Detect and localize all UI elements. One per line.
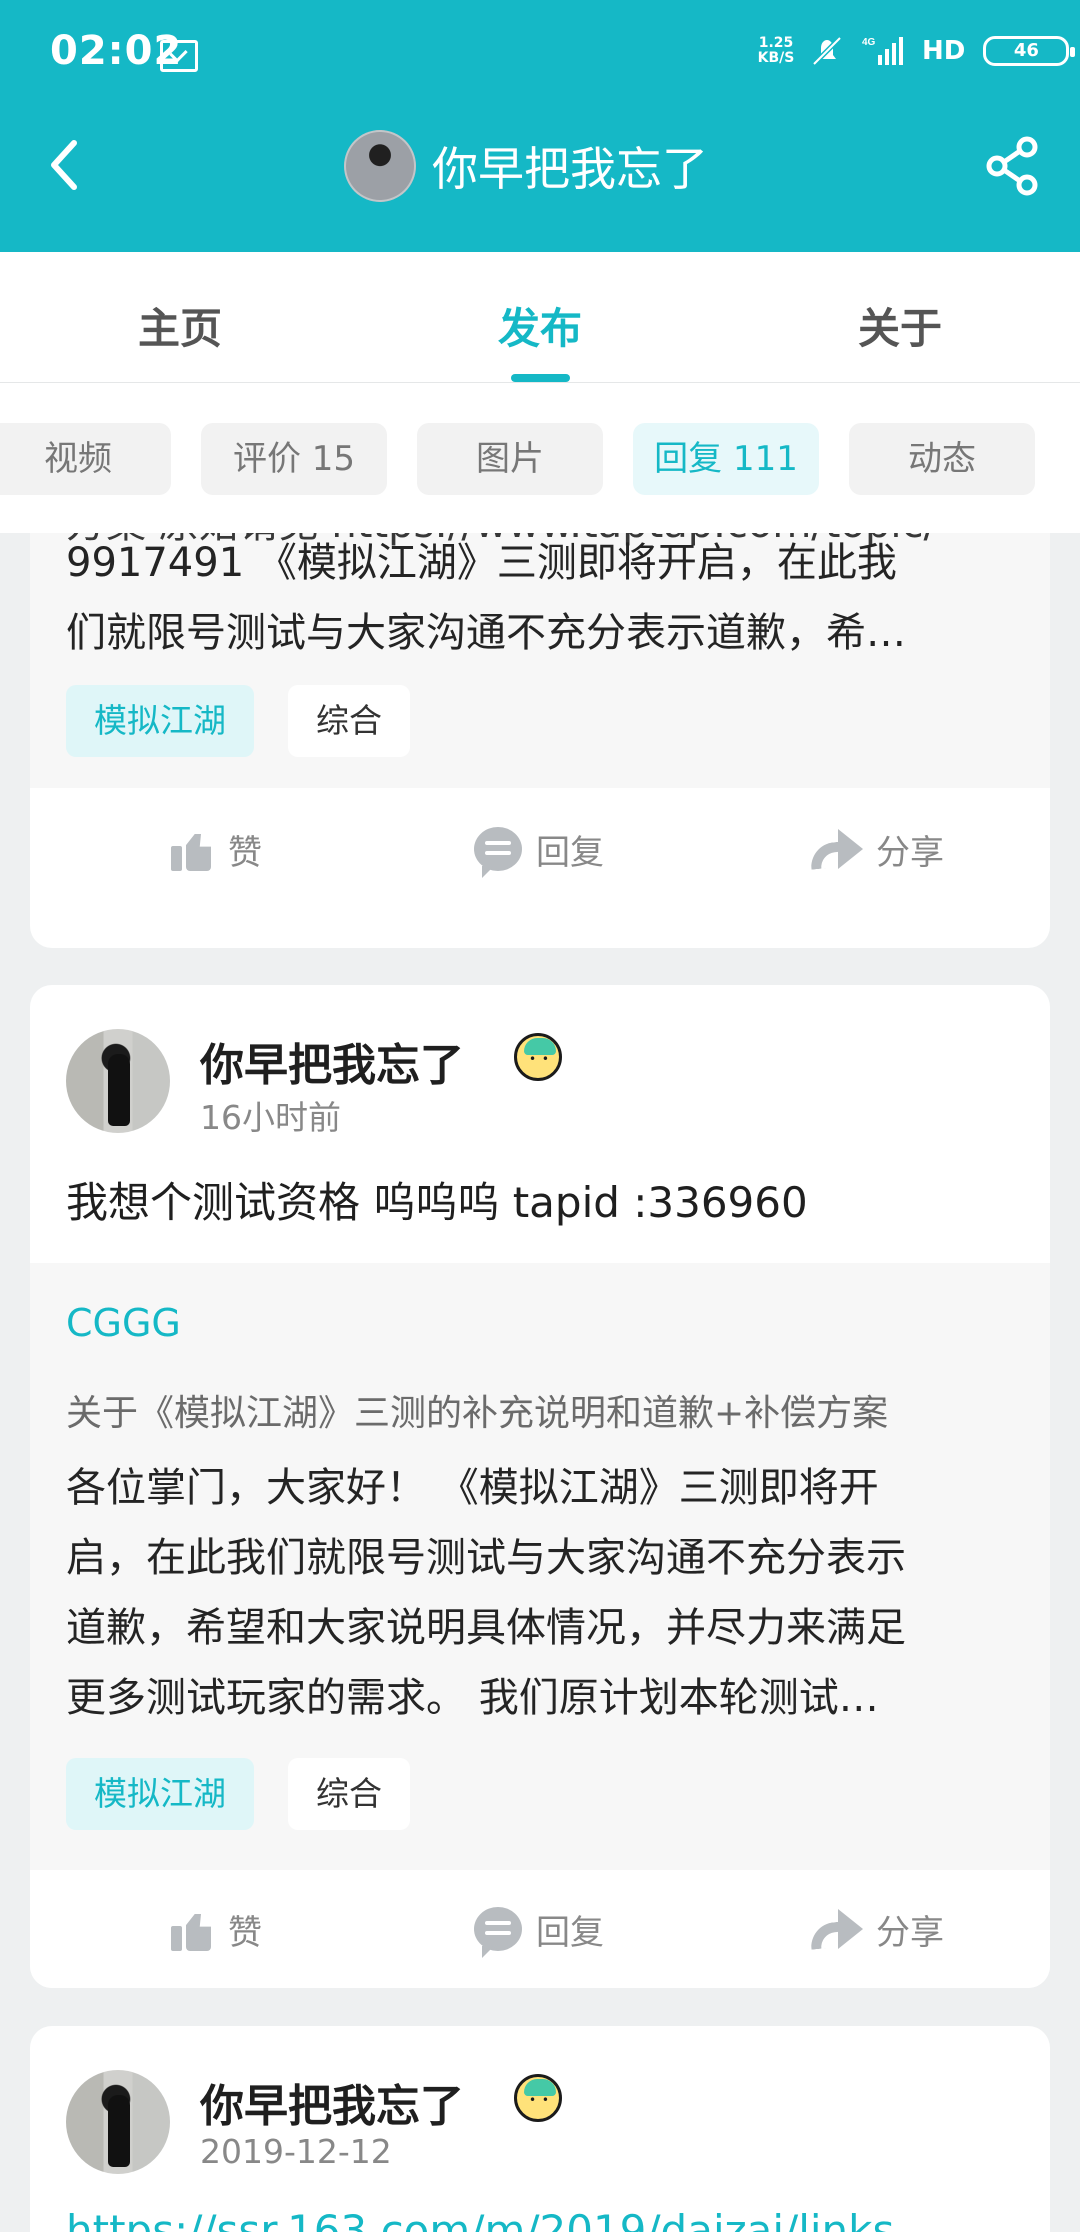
- author-name[interactable]: 你早把我忘了: [200, 2070, 464, 2134]
- reply-label: 回复: [536, 832, 604, 873]
- quoted-post[interactable]: 方案 原始请见 https://www.taptap.com/topic/ 99…: [30, 533, 1050, 788]
- comment-icon: [474, 827, 522, 878]
- filter-tab-bar: 视频 评价 15 图片 回复 111 动态: [0, 383, 1080, 533]
- post-date: 2019-12-12: [200, 2132, 392, 2171]
- avatar[interactable]: [66, 2070, 170, 2174]
- like-label: 赞: [228, 832, 262, 873]
- status-bar: 02:02 1.25 KB/S 4G HD 46: [0, 0, 1080, 108]
- back-icon[interactable]: [36, 135, 96, 195]
- reply-card[interactable]: 你早把我忘了 16小时前 我想个测试资格 呜呜呜 tapid :336960 C…: [30, 985, 1050, 1988]
- reply-actions: 赞 回复 分享: [30, 790, 1050, 908]
- share-arrow-icon: [810, 1909, 863, 1949]
- quoted-post[interactable]: CGGG 关于《模拟江湖》三测的补充说明和道歉+补偿方案 各位掌门，大家好！ 《…: [30, 1263, 1050, 1870]
- share-button[interactable]: 分享: [810, 1870, 944, 1988]
- app-header: 02:02 1.25 KB/S 4G HD 46 你早把我忘了: [0, 0, 1080, 252]
- filter-reviews[interactable]: 评价 15: [201, 423, 387, 495]
- quoted-text-line: 9917491 《模拟江湖》三测即将开启，在此我: [66, 540, 897, 586]
- post-time: 16小时前: [200, 1098, 341, 1137]
- share-label: 分享: [876, 1912, 944, 1953]
- tab-about[interactable]: 关于: [800, 295, 1000, 356]
- category-tag[interactable]: 综合: [288, 1758, 410, 1830]
- hd-label: HD: [922, 36, 966, 66]
- page-title: 你早把我忘了: [432, 142, 708, 196]
- profile-avatar[interactable]: [344, 130, 416, 202]
- tab-home[interactable]: 主页: [80, 295, 280, 356]
- user-badge-icon: [514, 1033, 562, 1081]
- like-label: 赞: [228, 1912, 262, 1953]
- mute-bell-icon: [812, 36, 842, 66]
- status-icons: 4G HD 46: [810, 34, 1076, 68]
- comment-icon: [474, 1907, 522, 1958]
- game-tag[interactable]: 模拟江湖: [66, 685, 254, 757]
- signal-icon: 4G: [862, 37, 903, 65]
- reply-link[interactable]: https://ssr.163.com/m/2019/daizai/links: [66, 2206, 894, 2232]
- share-label: 分享: [876, 832, 944, 873]
- profile-title-area: 你早把我忘了: [344, 130, 708, 202]
- like-button[interactable]: 赞: [168, 1870, 262, 1988]
- reply-button[interactable]: 回复: [474, 1870, 604, 1988]
- main-tab-bar: 主页 发布 关于: [0, 252, 1080, 383]
- user-badge-icon: [514, 2074, 562, 2122]
- reply-label: 回复: [536, 1912, 604, 1953]
- share-button[interactable]: 分享: [810, 790, 944, 908]
- game-tag[interactable]: 模拟江湖: [66, 1758, 254, 1830]
- quoted-body: 各位掌门，大家好！ 《模拟江湖》三测即将开 启，在此我们就限号测试与大家沟通不充…: [66, 1453, 1011, 1743]
- reply-button[interactable]: 回复: [474, 790, 604, 908]
- thumb-up-icon: [168, 826, 214, 872]
- reply-text: 我想个测试资格 呜呜呜 tapid :336960: [66, 1178, 808, 1227]
- quoted-title: 关于《模拟江湖》三测的补充说明和道歉+补偿方案: [66, 1393, 889, 1434]
- thumb-up-icon: [168, 1906, 214, 1952]
- like-button[interactable]: 赞: [168, 790, 262, 908]
- quoted-body-line: 道歉，希望和大家说明具体情况，并尽力来满足: [66, 1605, 906, 1651]
- filter-videos[interactable]: 视频: [0, 423, 171, 495]
- quoted-body-line: 各位掌门，大家好！ 《模拟江湖》三测即将开: [66, 1465, 879, 1511]
- active-tab-indicator: [511, 374, 570, 382]
- share-arrow-icon: [810, 829, 863, 869]
- category-tag[interactable]: 综合: [288, 685, 410, 757]
- reply-card[interactable]: 你早把我忘了 2019-12-12 https://ssr.163.com/m/…: [30, 2026, 1050, 2232]
- message-icon: [160, 40, 198, 72]
- share-icon[interactable]: [982, 135, 1044, 197]
- quoted-body-line: 启，在此我们就限号测试与大家沟通不充分表示: [66, 1535, 906, 1581]
- network-label: 4G: [862, 37, 876, 48]
- avatar[interactable]: [66, 1029, 170, 1133]
- battery-icon: 46: [983, 36, 1076, 66]
- author-name[interactable]: 你早把我忘了: [200, 1029, 464, 1093]
- quoted-author[interactable]: CGGG: [66, 1301, 181, 1345]
- tab-posts[interactable]: 发布: [440, 295, 640, 356]
- filter-replies[interactable]: 回复 111: [633, 423, 819, 495]
- reply-feed: 方案 原始请见 https://www.taptap.com/topic/ 99…: [0, 533, 1080, 2232]
- filter-activity[interactable]: 动态: [849, 423, 1035, 495]
- filter-images[interactable]: 图片: [417, 423, 603, 495]
- quoted-text: 9917491 《模拟江湖》三测即将开启，在此我 们就限号测试与大家沟通不充分表…: [66, 533, 1011, 668]
- quoted-text-line: 们就限号测试与大家沟通不充分表示道歉，希…: [66, 610, 906, 656]
- network-speed: 1.25 KB/S: [757, 35, 795, 66]
- reply-card[interactable]: 方案 原始请见 https://www.taptap.com/topic/ 99…: [30, 533, 1050, 948]
- reply-actions: 赞 回复 分享: [30, 1870, 1050, 1988]
- quoted-body-line: 更多测试玩家的需求。 我们原计划本轮测试…: [66, 1675, 879, 1721]
